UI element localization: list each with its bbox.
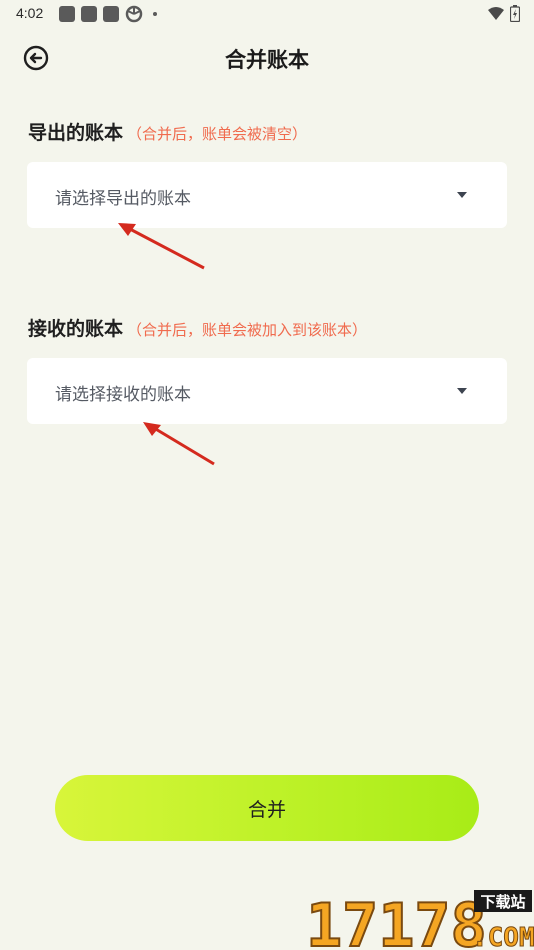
- receive-book-hint: （合并后，账单会被加入到该账本）: [127, 321, 368, 339]
- aperture-icon: [125, 5, 143, 23]
- merge-button-label: 合并: [247, 798, 286, 821]
- export-book-label: 导出的账本 （合并后，账单会被清空）: [28, 118, 307, 145]
- site-watermark-logo: 17178 下载站 .COM: [305, 890, 534, 950]
- receive-book-placeholder: 请选择接收的账本: [55, 385, 191, 405]
- merge-button[interactable]: 合并: [55, 775, 479, 841]
- export-book-select[interactable]: 请选择导出的账本: [27, 162, 507, 228]
- status-time: 4:02: [16, 5, 44, 21]
- export-book-placeholder: 请选择导出的账本: [55, 189, 191, 209]
- app-header: 合并账本: [0, 36, 534, 80]
- battery-icon: [510, 5, 520, 22]
- notification-app-icon: [103, 6, 119, 22]
- watermark-site: 下载站: [480, 893, 525, 911]
- system-icons: [488, 5, 520, 22]
- status-bar: 4:02: [0, 0, 534, 28]
- annotation-arrow: [143, 422, 215, 466]
- notification-app-icon: [59, 6, 75, 22]
- caret-down-icon: [457, 192, 467, 198]
- screen: 4:02 合并账本 导出的账本 （合并后，账单会被清空） 请选择导出的账本 接收…: [0, 0, 534, 950]
- export-book-title: 导出的账本: [28, 122, 124, 144]
- receive-book-label: 接收的账本 （合并后，账单会被加入到该账本）: [28, 314, 367, 341]
- receive-book-title: 接收的账本: [28, 318, 124, 340]
- wifi-icon: [488, 6, 504, 20]
- export-book-hint: （合并后，账单会被清空）: [127, 125, 308, 143]
- notification-app-icon: [81, 6, 97, 22]
- annotation-arrow: [118, 223, 205, 270]
- watermark-domain: .COM: [472, 923, 534, 950]
- caret-down-icon: [457, 388, 467, 394]
- receive-book-select[interactable]: 请选择接收的账本: [27, 358, 507, 424]
- more-notifications-dot: [153, 12, 157, 16]
- page-title: 合并账本: [225, 48, 309, 72]
- notification-icons: [59, 5, 157, 23]
- watermark-number: 17178: [306, 891, 487, 950]
